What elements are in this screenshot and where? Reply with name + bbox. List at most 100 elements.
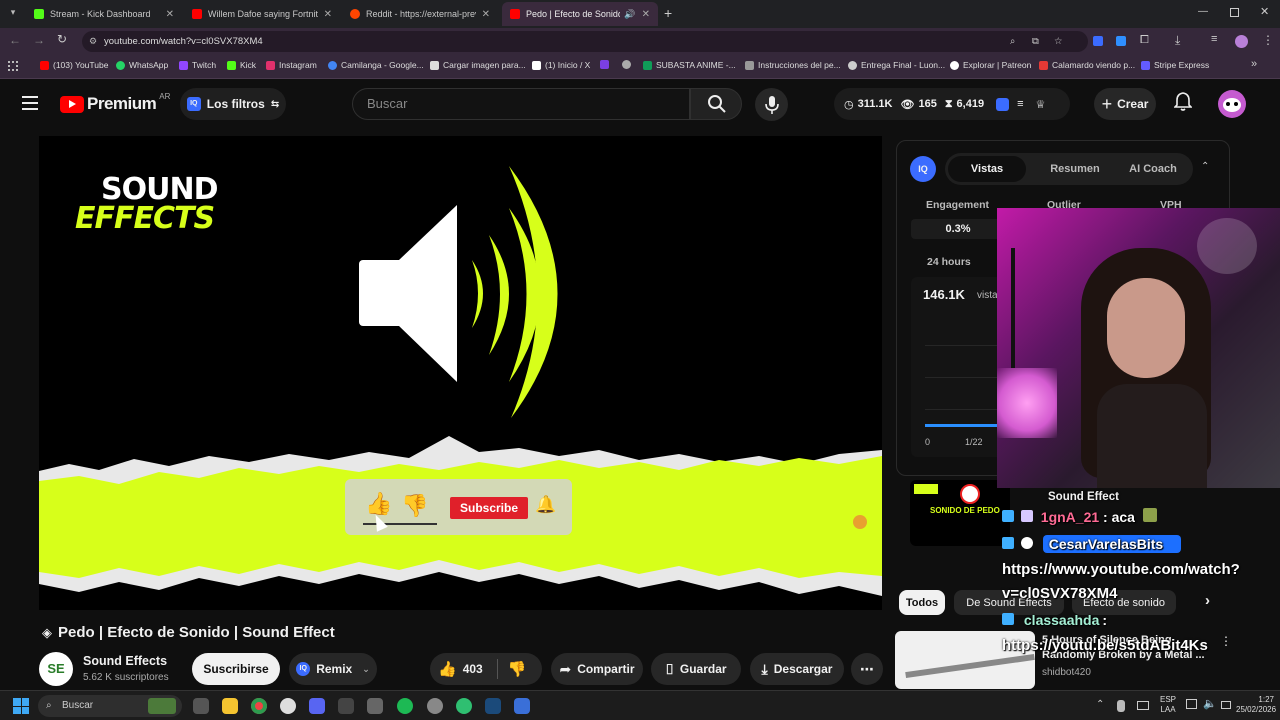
- menu-icon[interactable]: [22, 96, 38, 110]
- search-button[interactable]: [690, 88, 742, 120]
- maximize-button[interactable]: [1230, 8, 1239, 17]
- app-icon[interactable]: [338, 698, 354, 714]
- tab-search-button[interactable]: ▾: [6, 7, 20, 21]
- tab-willem-dafoe[interactable]: Willem Dafoe saying Fortnite (l ✕: [184, 2, 340, 26]
- tab-close-icon[interactable]: ✕: [482, 9, 490, 20]
- forward-icon[interactable]: →: [33, 33, 45, 47]
- profile-avatar[interactable]: [1235, 35, 1248, 48]
- save-button[interactable]: ⌷ Guardar: [651, 653, 741, 685]
- volume-icon[interactable]: 🔈: [1203, 697, 1217, 710]
- subscribe-button[interactable]: Suscribirse: [192, 653, 280, 685]
- windows-start-icon[interactable]: [13, 698, 29, 714]
- tab-close-icon[interactable]: ✕: [642, 9, 650, 20]
- tab-pedo-efecto[interactable]: Pedo | Efecto de Sonido 🔊 ✕: [502, 2, 658, 26]
- bookmark-x[interactable]: (1) Inicio / X: [532, 60, 590, 70]
- filters-button[interactable]: IQ Los filtros ⇆: [180, 88, 286, 120]
- discord-icon[interactable]: [309, 698, 325, 714]
- chip-todos[interactable]: Todos: [899, 590, 945, 615]
- file-explorer-icon[interactable]: [222, 698, 238, 714]
- reload-icon[interactable]: ↻: [57, 32, 67, 46]
- url-input[interactable]: ⚙ youtube.com/watch?v=cl0SVX78XM4 ⌕ ⧉ ☆: [82, 31, 1088, 52]
- task-view-icon[interactable]: [193, 698, 209, 714]
- voice-search-button[interactable]: [755, 88, 788, 121]
- back-icon[interactable]: ←: [9, 33, 21, 47]
- create-button[interactable]: + Crear: [1094, 88, 1156, 120]
- bookmark-patreon[interactable]: Explorar | Patreon: [950, 60, 1031, 70]
- vidiq-stats-bar[interactable]: ◷ 311.1K 👁 165 ⧗ 6,419 ≡ ♕: [834, 88, 1070, 120]
- bookmark-whatsapp[interactable]: WhatsApp: [116, 60, 168, 70]
- bookmark-youtube[interactable]: (103) YouTube: [40, 60, 108, 70]
- site-info-icon[interactable]: ⚙: [89, 31, 97, 52]
- download-button[interactable]: ⤓ Descargar: [750, 653, 844, 685]
- bookmark-twitch[interactable]: Twitch: [179, 60, 216, 70]
- steam-icon[interactable]: [485, 698, 501, 714]
- app-icon[interactable]: [456, 698, 472, 714]
- channel-watermark-icon[interactable]: [853, 515, 867, 529]
- more-bookmarks-icon[interactable]: »: [1251, 58, 1257, 70]
- channel-avatar[interactable]: SE: [39, 652, 73, 686]
- bookmark-entrega[interactable]: Entrega Final - Luon...: [848, 60, 945, 70]
- media-controls-icon[interactable]: ≡: [1211, 33, 1217, 45]
- channel-name[interactable]: Sound Effects: [83, 654, 167, 668]
- account-avatar[interactable]: [1218, 90, 1246, 118]
- battery-icon[interactable]: [1221, 701, 1231, 709]
- browser-menu-icon[interactable]: ⋮: [1262, 33, 1274, 47]
- related-title-1[interactable]: Sound Effect: [1048, 491, 1119, 503]
- obs-icon[interactable]: [280, 698, 296, 714]
- bookmark-kick[interactable]: Kick: [227, 60, 256, 70]
- downloads-icon[interactable]: ⤓: [1175, 33, 1180, 48]
- tab-vistas[interactable]: Vistas: [948, 156, 1026, 182]
- bookmark-instagram[interactable]: Instagram: [266, 60, 317, 70]
- youtube-logo[interactable]: Premium AR: [60, 92, 170, 114]
- tab-resumen[interactable]: Resumen: [1035, 156, 1115, 182]
- collapse-panel-icon[interactable]: ⌃: [1201, 161, 1209, 172]
- zoom-icon[interactable]: ⌕: [1010, 31, 1015, 52]
- speaker-icon[interactable]: 🔊: [624, 9, 635, 20]
- notifications-icon[interactable]: [1173, 92, 1193, 117]
- tab-reddit[interactable]: Reddit - https://external-previ ✕: [342, 2, 498, 26]
- more-actions-button[interactable]: ⋯: [851, 653, 883, 685]
- search-input[interactable]: Buscar: [352, 88, 690, 120]
- bookmark-purple[interactable]: [600, 60, 613, 69]
- app-icon[interactable]: [514, 698, 530, 714]
- bookmark-stripe[interactable]: Stripe Express: [1141, 60, 1209, 70]
- extensions-puzzle-icon[interactable]: ⧠: [1140, 34, 1149, 47]
- bookmark-camilanga[interactable]: Camilanga - Google...: [328, 60, 424, 70]
- bookmark-globe[interactable]: [622, 60, 635, 69]
- bookmark-subasta[interactable]: SUBASTA ANIME -...: [643, 60, 736, 70]
- minimize-button[interactable]: —: [1198, 6, 1208, 17]
- tab-close-icon[interactable]: ✕: [166, 9, 174, 20]
- keyboard-icon[interactable]: [1137, 701, 1149, 710]
- bookmark-cargar-imagen[interactable]: Cargar imagen para...: [430, 60, 526, 70]
- video-player[interactable]: SOUND EFFECTS 👍 👎 Subscribe 🔔: [39, 136, 882, 610]
- tray-chevron-icon[interactable]: ⌃: [1096, 699, 1104, 710]
- extension-vidiq-icon[interactable]: [1093, 36, 1103, 46]
- clock[interactable]: 1:27 25/02/2026: [1236, 695, 1276, 715]
- dislike-button[interactable]: 👎: [508, 660, 527, 678]
- language-indicator[interactable]: ESP LAA: [1160, 695, 1176, 715]
- related-more-icon[interactable]: ⋮: [1220, 634, 1232, 648]
- chrome-icon[interactable]: [251, 698, 267, 714]
- remix-button[interactable]: IQ Remix ⌄: [289, 653, 377, 685]
- bookmark-star-icon[interactable]: ☆: [1054, 31, 1063, 52]
- share-button[interactable]: ➦ Compartir: [551, 653, 643, 685]
- bookmark-calamardo[interactable]: Calamardo viendo p...: [1039, 60, 1135, 70]
- app-icon[interactable]: [367, 698, 383, 714]
- related-video-1[interactable]: SONIDO DE PEDO: [910, 480, 1010, 546]
- close-window-button[interactable]: ✕: [1260, 5, 1269, 18]
- taskbar-search-box[interactable]: ⌕ Buscar: [38, 695, 182, 717]
- spotify-icon[interactable]: [397, 698, 413, 714]
- chevron-right-icon[interactable]: ›: [1205, 592, 1210, 609]
- extension-icon[interactable]: [1116, 36, 1126, 46]
- tab-close-icon[interactable]: ✕: [324, 9, 332, 20]
- install-icon[interactable]: ⧉: [1032, 31, 1039, 52]
- apps-grid-icon[interactable]: [8, 61, 18, 71]
- settings-icon[interactable]: [427, 698, 443, 714]
- tray-icon[interactable]: [1117, 700, 1125, 712]
- bookmark-instrucciones[interactable]: Instrucciones del pe...: [745, 60, 841, 70]
- tab-kick-dashboard[interactable]: Stream - Kick Dashboard ✕: [26, 2, 182, 26]
- network-icon[interactable]: [1186, 699, 1197, 709]
- tab-ai-coach[interactable]: AI Coach: [1117, 156, 1189, 182]
- like-button[interactable]: 👍 403: [430, 660, 483, 678]
- new-tab-button[interactable]: +: [664, 5, 672, 21]
